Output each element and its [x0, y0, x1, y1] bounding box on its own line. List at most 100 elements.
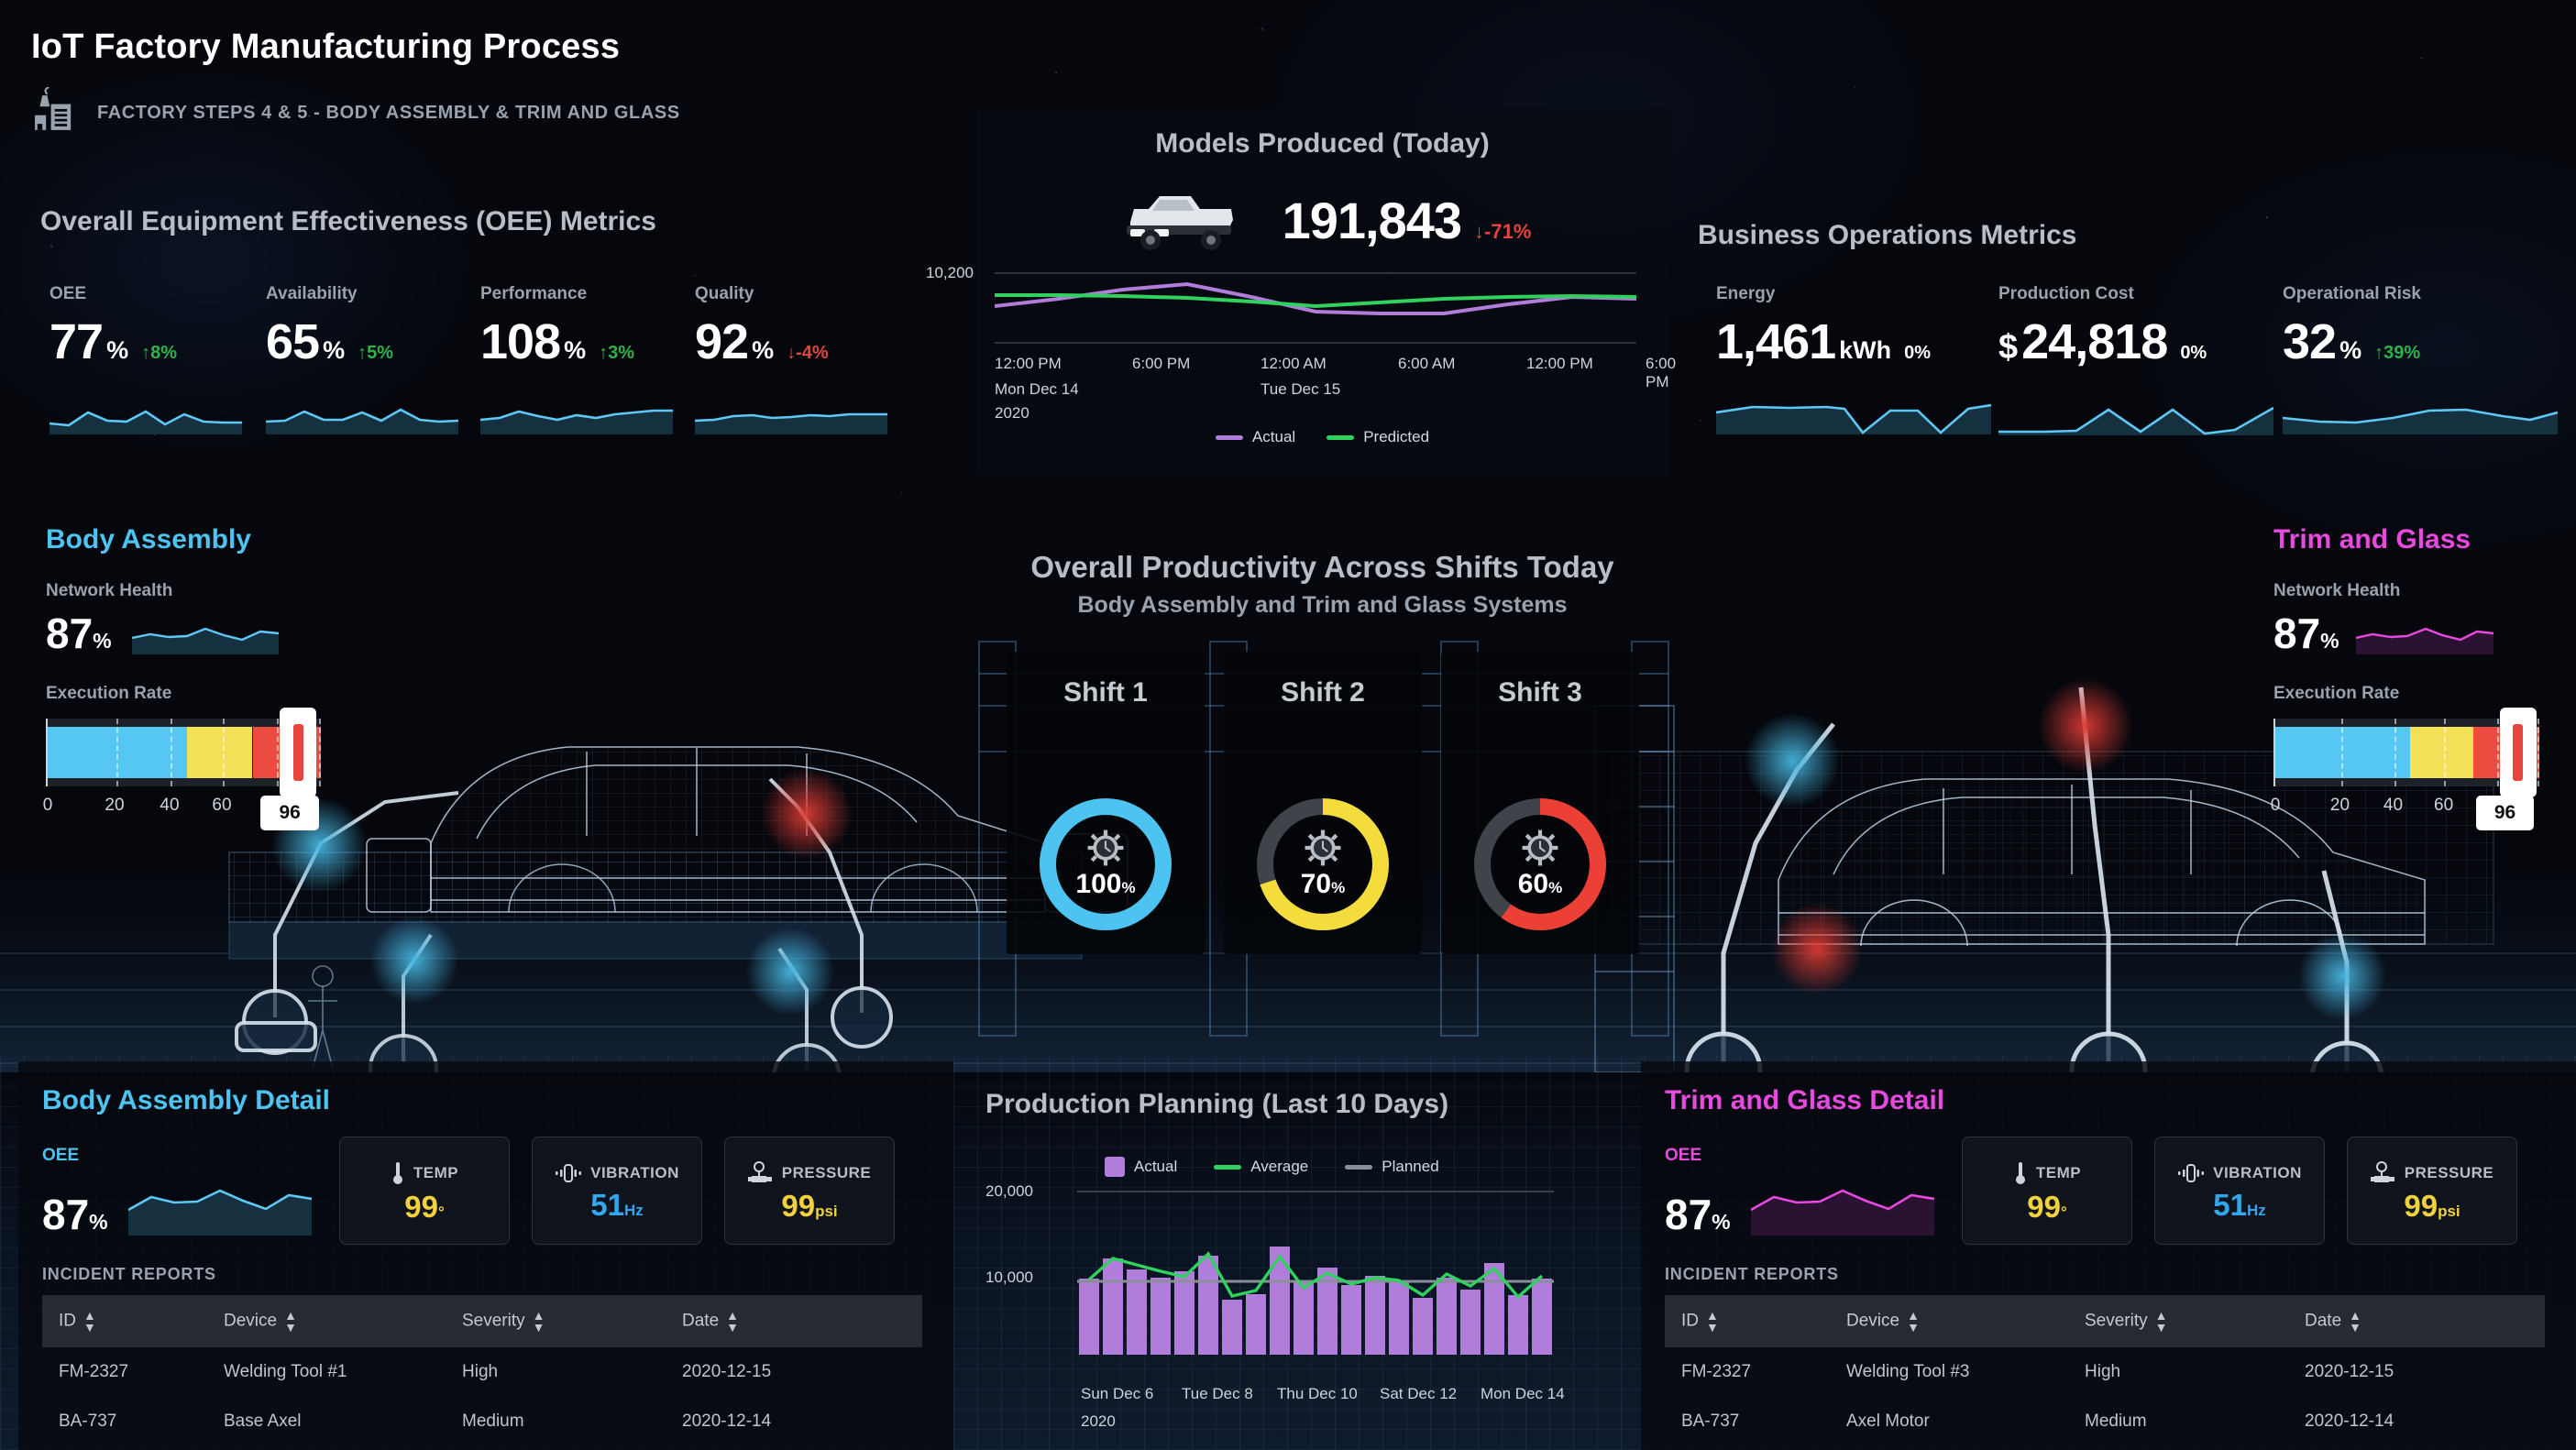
sensor-pressure[interactable]: PRESSURE 99psi — [724, 1137, 895, 1245]
gauge-tick-60 — [222, 719, 225, 786]
planning-x-tick-3: Sat Dec 12 — [1380, 1385, 1458, 1402]
column-header-id[interactable]: ID ▲ ▼ — [1665, 1295, 1830, 1348]
sensor-value: 51Hz — [2213, 1187, 2266, 1222]
detail-oee-unit: % — [1712, 1210, 1731, 1234]
vibration-icon — [2178, 1163, 2205, 1182]
kpi-oee[interactable]: OEE 77 % ↑8% — [49, 284, 242, 439]
cell-id: FM-2327 — [1681, 1362, 1752, 1382]
gauge-band-warn — [186, 727, 253, 778]
page-header: IoT Factory Manufacturing Process FACTOR… — [31, 27, 680, 138]
legend-item-planned[interactable]: Planned — [1345, 1158, 1439, 1176]
legend-item-predicted[interactable]: Predicted — [1327, 428, 1429, 446]
sensor-name: TEMP — [2035, 1163, 2082, 1181]
sensor-value: 99° — [2027, 1189, 2067, 1224]
detail-oee-sparkline — [1750, 1189, 1934, 1236]
kpi-label: Availability — [266, 284, 358, 303]
kpi-label: Operational Risk — [2283, 284, 2421, 303]
body-assembly-detail-panel: Body Assembly Detail OEE 87 % TEMP 99° V… — [18, 1061, 953, 1450]
sensor-name: VIBRATION — [590, 1163, 679, 1181]
sensor-temp[interactable]: TEMP 99° — [339, 1137, 510, 1245]
kpi-value: 108 — [480, 314, 561, 369]
legend-item-average[interactable]: Average — [1214, 1158, 1308, 1176]
cell-id: BA-737 — [1681, 1412, 1740, 1432]
table-row[interactable]: BA-737 Base Axel Medium 2020-12-14 — [42, 1397, 922, 1446]
kpi-production-cost[interactable]: Production Cost $ 24,818 0% — [1998, 284, 2274, 440]
cell-severity: Medium — [462, 1412, 524, 1432]
gauge-scale-60: 60 — [212, 796, 232, 815]
page-subtitle: FACTORY STEPS 4 & 5 - BODY ASSEMBLY & TR… — [97, 102, 680, 123]
column-header-id[interactable]: ID ▲ ▼ — [42, 1295, 207, 1348]
table-row[interactable]: FM-2327 Welding Tool #3 High 2020-12-15 — [1665, 1347, 2545, 1397]
sensor-value: 99° — [404, 1189, 445, 1224]
models-x-year: 2020 — [995, 404, 1029, 422]
sensor-name: VIBRATION — [2213, 1163, 2302, 1181]
table-row[interactable]: BA-737 Axel Motor Medium 2020-12-14 — [1665, 1397, 2545, 1446]
shift-name: Shift 2 — [1281, 677, 1365, 708]
kpi-delta: ↑39% — [2374, 343, 2421, 363]
page-title: IoT Factory Manufacturing Process — [31, 27, 621, 66]
shifts-section: Overall Productivity Across Shifts Today… — [976, 550, 1668, 963]
gauge-tick-40 — [2394, 719, 2396, 786]
column-header-device[interactable]: Device ▲ ▼ — [1830, 1295, 2068, 1348]
gear-clock-icon — [1522, 829, 1558, 866]
kpi-value: 77 — [50, 314, 104, 369]
execution-rate-gauge[interactable]: 96 0 20 40 60 — [2270, 708, 2540, 830]
kpi-energy[interactable]: Energy 1,461 kWh 0% — [1715, 284, 1992, 439]
shift-card-3[interactable]: Shift 3 60% — [1441, 652, 1639, 954]
trim-and-glass-detail-title: Trim and Glass Detail — [1665, 1085, 1945, 1115]
legend-swatch-average — [1214, 1164, 1242, 1170]
models-produced-chart — [994, 272, 1637, 344]
gauge-tick-40 — [171, 719, 173, 786]
kpi-availability[interactable]: Availability 65 % ↑5% — [265, 284, 459, 439]
gauge-marker[interactable] — [2499, 708, 2537, 797]
table-row[interactable]: FM-2327 Welding Tool #1 High 2020-12-15 — [42, 1347, 922, 1397]
legend-item-actual[interactable]: Actual — [1105, 1157, 1177, 1177]
detail-oee-sparkline — [127, 1189, 312, 1236]
column-header-date[interactable]: Date ▲ ▼ — [666, 1295, 922, 1348]
kpi-unit: kWh — [1839, 336, 1892, 364]
kpi-operational-risk[interactable]: Operational Risk 32 % ↑39% — [2282, 284, 2559, 439]
gauge-tick-80 — [277, 719, 280, 786]
kpi-sparkline — [479, 409, 673, 434]
shift-card-1[interactable]: Shift 1 100% — [1007, 652, 1205, 954]
column-header-severity[interactable]: Severity ▲ ▼ — [446, 1295, 666, 1348]
trim-and-glass-station: Trim and Glass Network Health 87 % Execu… — [2270, 524, 2548, 830]
models-produced-title: Models Produced (Today) — [1155, 128, 1490, 159]
network-health-sparkline — [2355, 627, 2493, 654]
sensor-pressure[interactable]: PRESSURE 99psi — [2347, 1137, 2517, 1245]
kpi-quality[interactable]: Quality 92 % ↓-4% — [694, 284, 887, 439]
column-header-severity[interactable]: Severity ▲ ▼ — [2068, 1295, 2288, 1348]
thermometer-icon — [392, 1161, 402, 1184]
legend-item-actual[interactable]: Actual — [1215, 428, 1295, 446]
body-assembly-detail-title: Body Assembly Detail — [42, 1085, 330, 1115]
shift-donut: 60% — [1470, 795, 1610, 934]
kpi-performance[interactable]: Performance 108 % ↑3% — [479, 284, 673, 439]
gauge-tick-100 — [2537, 719, 2540, 786]
legend-label-planned: Planned — [1382, 1158, 1439, 1175]
shift-donut: 100% — [1036, 795, 1175, 934]
pressure-gauge-icon — [747, 1160, 772, 1182]
cell-id: BA-737 — [59, 1412, 117, 1432]
kpi-value: 32 — [2283, 314, 2337, 369]
execution-rate-gauge[interactable]: 96 0 20 40 60 — [43, 708, 322, 830]
sensor-vibration[interactable]: VIBRATION 51Hz — [532, 1137, 702, 1245]
column-header-date[interactable]: Date ▲ ▼ — [2288, 1295, 2545, 1348]
cell-severity: High — [462, 1362, 499, 1382]
execution-rate-label: Execution Rate — [2273, 684, 2400, 703]
gauge-marker[interactable] — [280, 708, 317, 797]
gauge-scale-0: 0 — [2270, 796, 2281, 815]
table-row[interactable]: AC-673 Elbow #2 Medium 2020-12-13 — [42, 1446, 922, 1450]
kpi-unit: % — [106, 336, 129, 364]
models-produced-panel: Models Produced (Today) 191,843 ↓-71% 10… — [926, 108, 1676, 475]
column-header-device[interactable]: Device ▲ ▼ — [207, 1295, 446, 1348]
execution-rate-label: Execution Rate — [46, 684, 172, 703]
table-row[interactable]: AC-673 Elbow #2 Medium 2020-12-13 — [1665, 1446, 2545, 1450]
models-x-tick-1: 6:00 PM — [1132, 355, 1191, 372]
kpi-prefix: $ — [1998, 328, 2019, 367]
sensor-vibration[interactable]: VIBRATION 51Hz — [2154, 1137, 2325, 1245]
factory-icon — [35, 87, 72, 130]
sensor-temp[interactable]: TEMP 99° — [1962, 1137, 2132, 1245]
shift-card-2[interactable]: Shift 2 70% — [1224, 652, 1422, 954]
gauge-scale-60: 60 — [2434, 796, 2454, 815]
legend-swatch-predicted — [1327, 434, 1355, 440]
